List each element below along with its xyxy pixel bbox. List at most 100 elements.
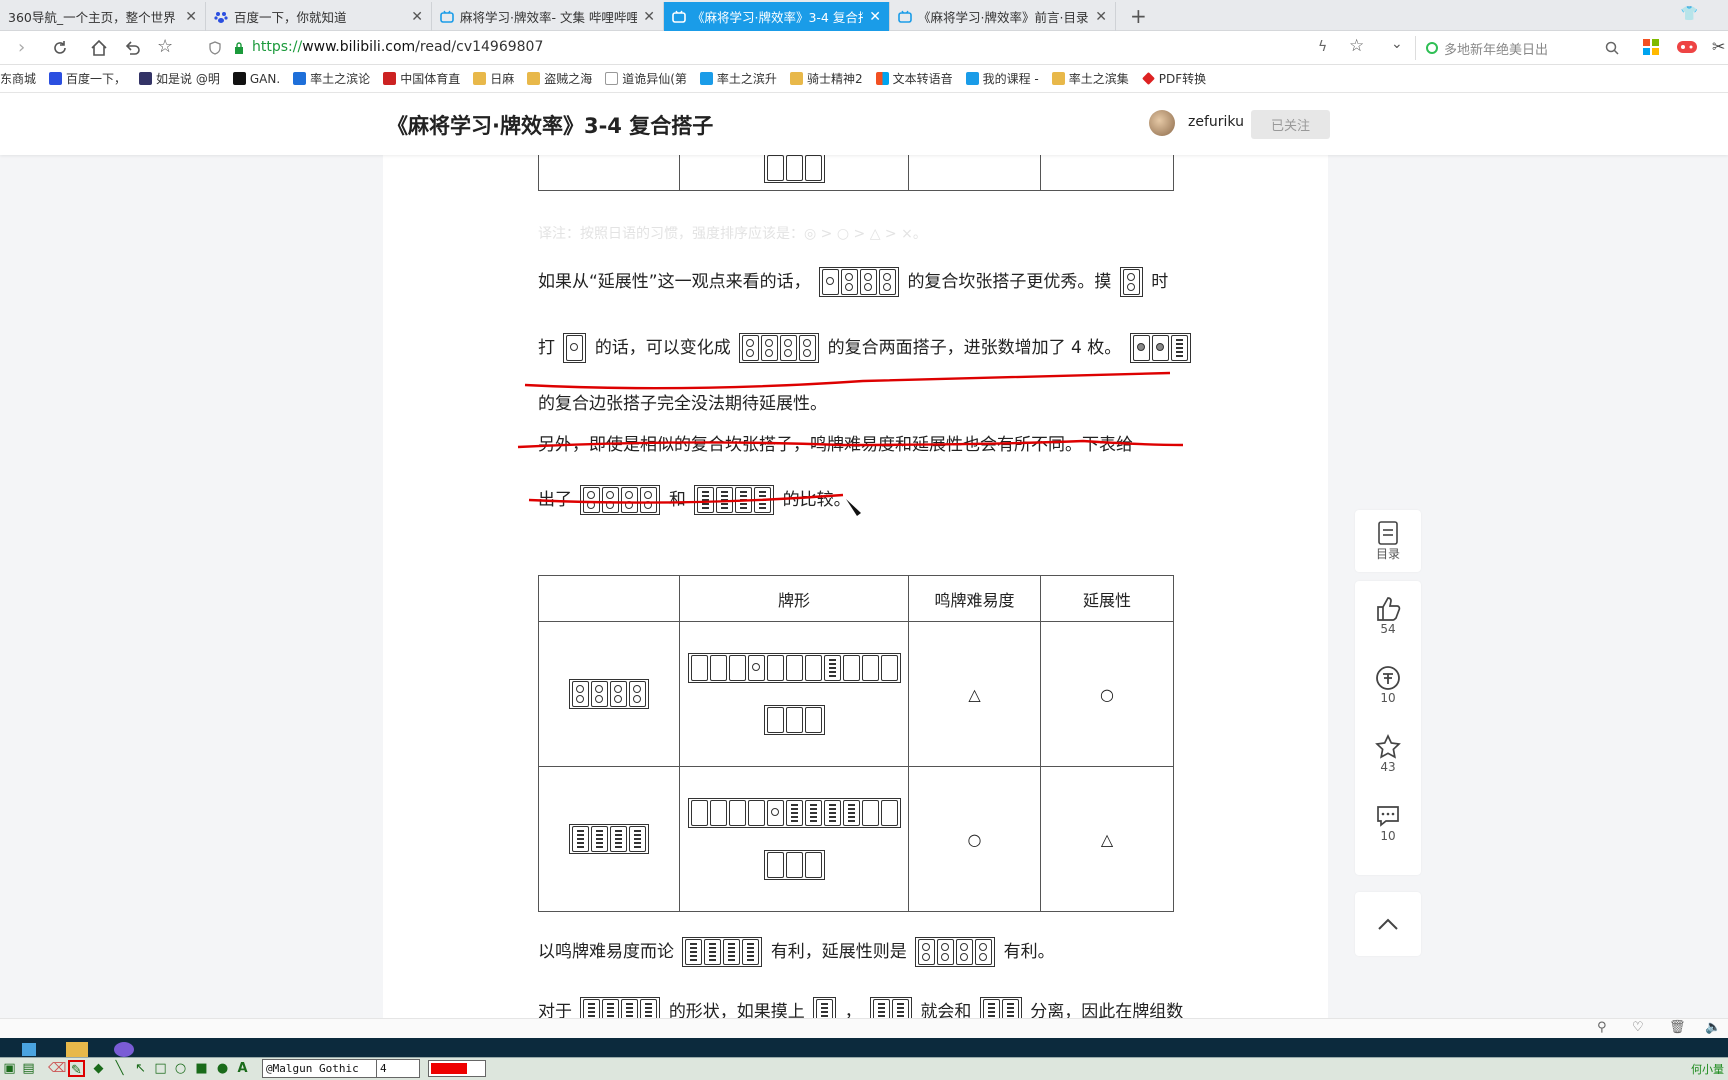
bamboo-mark [721, 491, 729, 509]
page-viewport: 《麻将学习·牌效率》3-4 复合搭子 zefuriku 已关注 译注：按照日语的… [0, 93, 1728, 1018]
undo-close-icon[interactable] [124, 39, 142, 57]
bookmark-0[interactable]: 东商城 [0, 70, 36, 87]
bookmark-3[interactable]: GAN. [232, 72, 280, 86]
tab-preface-toc[interactable]: 《麻将学习·牌效率》前言·目录 ✕ [890, 2, 1116, 31]
app-icon[interactable] [114, 1042, 134, 1057]
favorite-button[interactable]: 43 [1375, 719, 1401, 788]
tile [861, 655, 879, 681]
circle-mark [784, 339, 793, 347]
url-field[interactable]: https://www.bilibili.com/read/cv14969807 [252, 39, 543, 55]
bookmark-2[interactable]: 如是说 @明 [139, 70, 220, 87]
circle-mark [576, 685, 584, 693]
sou-tile [572, 826, 589, 852]
tab-360-nav[interactable]: 360导航_一个主页，整个世界 ✕ [0, 2, 206, 31]
star-icon [1375, 733, 1401, 759]
author-name[interactable]: zefuriku [1188, 114, 1244, 130]
toc-button[interactable]: 目录 [1355, 510, 1421, 572]
coin-icon [1376, 665, 1400, 690]
search-icon[interactable] [1605, 41, 1619, 55]
close-icon[interactable]: ✕ [411, 9, 423, 25]
bamboo-mark [596, 830, 603, 848]
tab-current-article[interactable]: 《麻将学习·牌效率》3-4 复合搭 ✕ [664, 2, 890, 31]
arrow-icon[interactable]: ↖ [132, 1060, 149, 1077]
circle-mark [576, 695, 584, 703]
bilibili-icon [672, 10, 686, 23]
bookmark-11[interactable]: 文本转语音 [875, 70, 953, 87]
follow-button[interactable]: 已关注 [1251, 110, 1330, 139]
tab-baidu[interactable]: 百度一下，你就知道 ✕ [206, 2, 432, 31]
chevron-down-icon[interactable]: ⌄ [1391, 36, 1403, 52]
tab-bilibili-collection[interactable]: 麻将学习·牌效率- 文集 哔哩哔哩 ✕ [432, 2, 664, 31]
avatar[interactable] [1149, 110, 1175, 136]
bookmark-10[interactable]: 骑士精神2 [789, 70, 863, 87]
text-icon[interactable]: A [234, 1060, 251, 1077]
bookmark-8[interactable]: 道诡异仙(第 [605, 70, 687, 87]
lightning-icon[interactable]: ϟ [1318, 39, 1327, 55]
reload-icon[interactable] [51, 39, 69, 57]
close-icon[interactable]: ✕ [185, 9, 197, 25]
circle-mark [960, 943, 969, 951]
favorite-star-icon[interactable]: ☆ [1349, 36, 1364, 56]
volume-icon[interactable]: 🔈 [1705, 1020, 1721, 1035]
close-icon[interactable]: ✕ [643, 9, 655, 25]
eraser-icon[interactable]: ⌫ [48, 1060, 66, 1077]
pen-icon[interactable]: ✎ [68, 1060, 85, 1078]
bookmark-4[interactable]: 率土之滨论 [293, 70, 370, 87]
scissors-icon[interactable]: ✂ [1712, 37, 1725, 56]
tile-group-pinzu [915, 937, 996, 967]
screen-icon[interactable]: ▣ [1, 1060, 18, 1077]
skin-icon[interactable]: 👕 [1681, 6, 1698, 22]
pin-tile [918, 939, 936, 965]
back-to-top-button[interactable] [1355, 892, 1421, 956]
baidu-icon [49, 72, 63, 85]
close-icon[interactable]: ✕ [1095, 9, 1107, 25]
heart-icon[interactable]: ♡ [1632, 1020, 1644, 1035]
apps-icon[interactable] [1643, 39, 1659, 55]
close-icon[interactable]: ✕ [869, 9, 881, 25]
like-button[interactable]: 54 [1375, 581, 1401, 650]
bookmark-14[interactable]: PDF转换 [1141, 70, 1206, 87]
tile [842, 655, 860, 681]
rocket-icon[interactable]: ⚲ [1597, 1020, 1607, 1035]
coin-button[interactable]: 10 [1375, 650, 1401, 719]
bookmark-1[interactable]: 百度一下， [49, 70, 126, 87]
new-tab-button[interactable]: + [1130, 4, 1147, 28]
bookmark-12[interactable]: 我的课程 - [965, 70, 1039, 87]
open-icon[interactable]: ▤ [20, 1060, 37, 1077]
tab-title: 麻将学习·牌效率- 文集 哔哩哔哩 [460, 10, 638, 25]
fill-icon[interactable]: ◆ [90, 1060, 107, 1077]
line-icon[interactable]: ╲ [111, 1060, 128, 1077]
font-select[interactable]: @Malgun Gothic [262, 1059, 380, 1078]
rectangle-icon[interactable]: □ [152, 1060, 169, 1077]
bookmark-13[interactable]: 率土之滨集 [1051, 70, 1129, 87]
bookmark-star-icon[interactable]: ☆ [157, 36, 173, 57]
bookmark-7[interactable]: 盗贼之海 [527, 70, 592, 87]
table-row: ○ △ [538, 766, 1174, 912]
filled-ellipse-icon[interactable]: ● [214, 1060, 231, 1077]
shield-icon[interactable] [208, 41, 222, 55]
size-select[interactable]: 4 [376, 1059, 420, 1078]
pin-tile [766, 800, 784, 826]
folder-icon[interactable] [66, 1042, 88, 1057]
forward-icon[interactable]: › [18, 37, 25, 58]
bamboo-mark [615, 830, 622, 848]
filled-rectangle-icon[interactable]: ■ [193, 1060, 210, 1077]
ellipse-icon[interactable]: ○ [172, 1060, 189, 1077]
bookmark-5[interactable]: 中国体育直 [383, 70, 460, 87]
circle-mark [883, 283, 892, 291]
home-icon[interactable] [89, 38, 109, 58]
circle-mark [587, 501, 596, 509]
circle-mark [1126, 273, 1135, 281]
search-input[interactable]: 多地新年绝美日出 [1415, 36, 1615, 60]
bookmark-6[interactable]: 日麻 [473, 70, 514, 87]
text: 和 [668, 490, 686, 510]
text: 如果从“延展性”这一观点来看的话， [538, 272, 811, 292]
trash-icon[interactable]: 🗑 [1669, 1020, 1686, 1035]
bookmark-9[interactable]: 率土之滨升 [699, 70, 777, 87]
color-select[interactable] [428, 1060, 486, 1077]
game-controller-icon[interactable] [1677, 40, 1697, 54]
comment-button[interactable]: 10 [1375, 788, 1401, 857]
sou-tile [602, 999, 620, 1018]
tab-title: 百度一下，你就知道 [234, 10, 347, 25]
app-icon[interactable] [22, 1043, 36, 1056]
